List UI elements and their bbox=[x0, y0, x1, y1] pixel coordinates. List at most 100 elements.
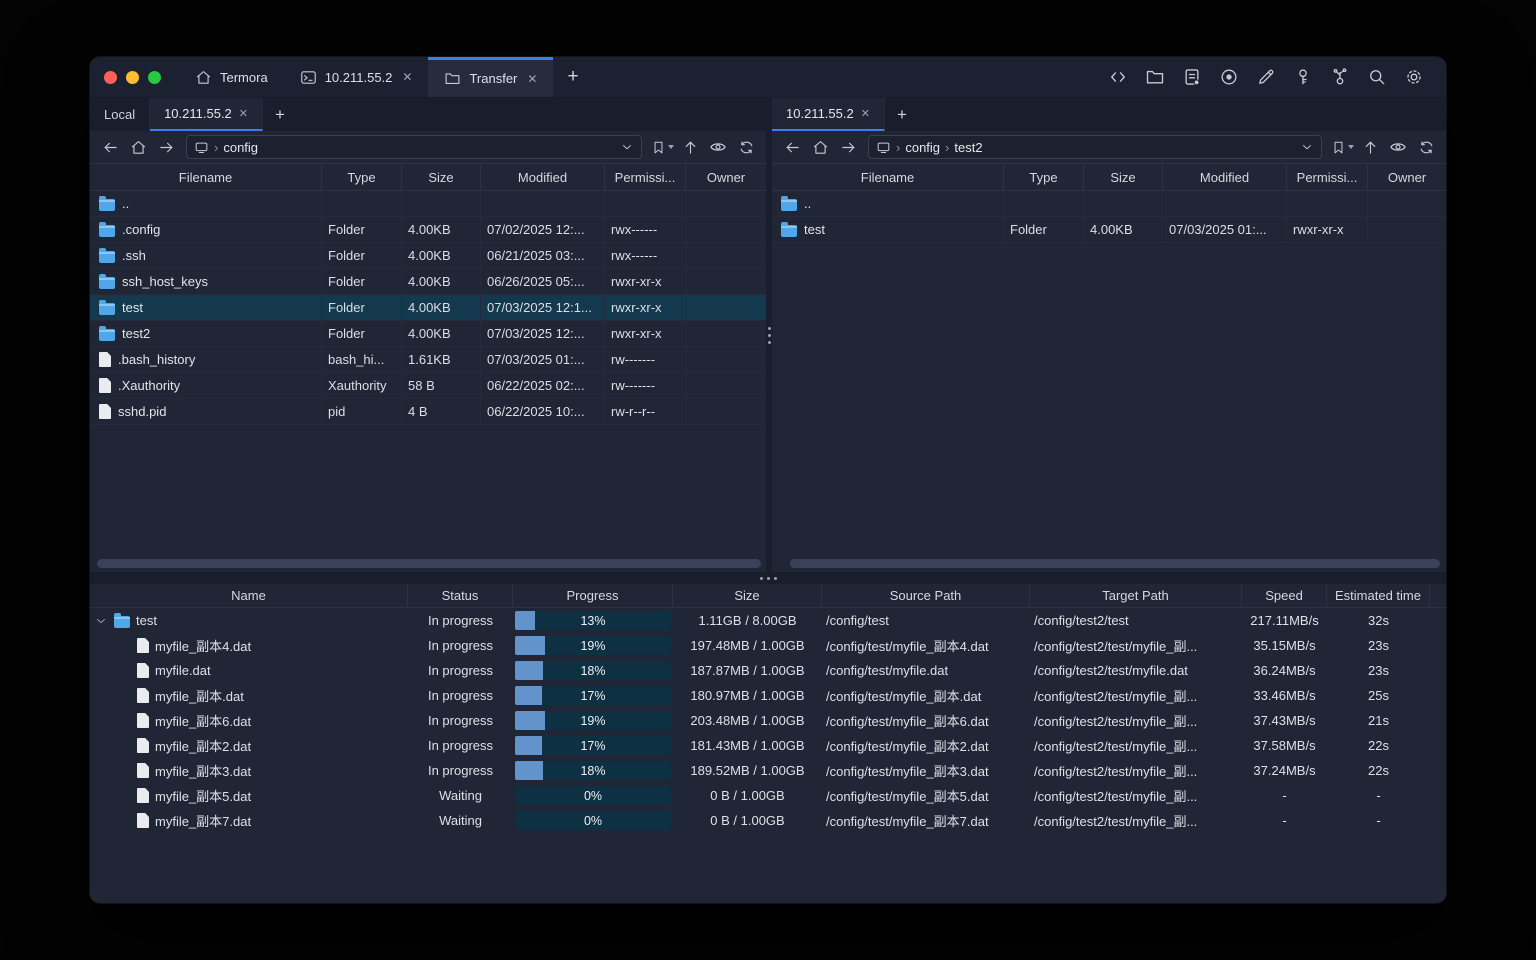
show-hidden-eye-icon[interactable] bbox=[706, 135, 730, 159]
column-header-filename[interactable]: Filename bbox=[772, 164, 1004, 190]
close-window-button[interactable] bbox=[104, 70, 117, 84]
tab-remote-10-211-55-2[interactable]: 10.211.55.2 ✕ bbox=[772, 98, 885, 131]
home-icon[interactable] bbox=[126, 135, 150, 159]
file-row[interactable]: .config Folder 4.00KB 07/02/2025 12:... … bbox=[90, 217, 766, 243]
folder-icon[interactable] bbox=[1145, 67, 1165, 87]
file-row[interactable]: test2 Folder 4.00KB 07/03/2025 12:... rw… bbox=[90, 321, 766, 347]
transfer-row[interactable]: myfile_副本6.dat In progress 19% 203.48MB … bbox=[90, 708, 1446, 733]
bookmark-dropdown-caret[interactable] bbox=[667, 145, 674, 149]
transfer-row-spacer bbox=[1430, 633, 1446, 658]
chevron-down-icon[interactable] bbox=[1300, 140, 1314, 154]
right-path-field[interactable]: › config › test2 bbox=[868, 135, 1322, 159]
new-panel-tab-button[interactable]: + bbox=[263, 98, 297, 131]
column-header-owner[interactable]: Owner bbox=[1368, 164, 1446, 190]
column-header-permissions[interactable]: Permissi... bbox=[1287, 164, 1368, 190]
record-icon[interactable] bbox=[1219, 67, 1239, 87]
new-window-tab-button[interactable]: + bbox=[553, 57, 592, 97]
column-header-speed[interactable]: Speed bbox=[1242, 584, 1327, 607]
transfer-row-spacer bbox=[1430, 758, 1446, 783]
file-row[interactable]: .Xauthority Xauthority 58 B 06/22/2025 0… bbox=[90, 373, 766, 399]
transfer-eta: 21s bbox=[1368, 713, 1389, 728]
tab-terminal-session[interactable]: 10.211.55.2 ✕ bbox=[284, 57, 429, 97]
code-icon[interactable] bbox=[1108, 67, 1128, 87]
path-segment[interactable]: config bbox=[223, 140, 258, 155]
bookmark-icon[interactable] bbox=[650, 135, 674, 159]
horizontal-scrollbar[interactable] bbox=[97, 559, 761, 568]
path-segment[interactable]: config bbox=[905, 140, 940, 155]
close-tab-icon[interactable]: ✕ bbox=[239, 107, 248, 120]
column-header-permissions[interactable]: Permissi... bbox=[605, 164, 686, 190]
show-hidden-eye-icon[interactable] bbox=[1386, 135, 1410, 159]
refresh-icon[interactable] bbox=[1414, 135, 1438, 159]
close-tab-icon[interactable]: ✕ bbox=[402, 70, 412, 84]
chevron-down-icon[interactable] bbox=[94, 615, 108, 627]
tab-transfer[interactable]: Transfer ✕ bbox=[428, 57, 554, 97]
bookmark-icon[interactable] bbox=[1330, 135, 1354, 159]
minimize-window-button[interactable] bbox=[126, 70, 139, 84]
back-icon[interactable] bbox=[98, 135, 122, 159]
file-permissions: rwxr-xr-x bbox=[605, 269, 686, 294]
forward-icon[interactable] bbox=[154, 135, 178, 159]
transfer-row[interactable]: myfile_副本3.dat In progress 18% 189.52MB … bbox=[90, 758, 1446, 783]
tab-local[interactable]: Local bbox=[90, 98, 151, 131]
column-header-progress[interactable]: Progress bbox=[513, 584, 673, 607]
column-header-size[interactable]: Size bbox=[1084, 164, 1163, 190]
column-header-type[interactable]: Type bbox=[322, 164, 402, 190]
file-row[interactable]: test Folder 4.00KB 07/03/2025 12:1... rw… bbox=[90, 295, 766, 321]
home-icon[interactable] bbox=[808, 135, 832, 159]
tab-remote-10-211-55-2[interactable]: 10.211.55.2 ✕ bbox=[150, 98, 264, 131]
file-row[interactable]: .. bbox=[772, 191, 1446, 217]
column-header-modified[interactable]: Modified bbox=[1163, 164, 1287, 190]
transfer-row[interactable]: myfile.dat In progress 18% 187.87MB / 1.… bbox=[90, 658, 1446, 683]
back-icon[interactable] bbox=[780, 135, 804, 159]
chevron-down-icon[interactable] bbox=[620, 140, 634, 154]
column-header-target-path[interactable]: Target Path bbox=[1030, 584, 1242, 607]
filename: .. bbox=[804, 196, 812, 211]
file-owner bbox=[686, 347, 766, 372]
path-separator: › bbox=[896, 139, 901, 155]
log-icon[interactable] bbox=[1182, 67, 1202, 87]
column-header-estimated-time[interactable]: Estimated time bbox=[1327, 584, 1430, 607]
column-header-size[interactable]: Size bbox=[402, 164, 481, 190]
upload-up-icon[interactable] bbox=[1358, 135, 1382, 159]
bookmark-dropdown-caret[interactable] bbox=[1347, 145, 1354, 149]
horizontal-scrollbar[interactable] bbox=[790, 559, 1440, 568]
fullscreen-window-button[interactable] bbox=[148, 70, 161, 84]
path-segment[interactable]: test2 bbox=[954, 140, 982, 155]
edit-icon[interactable] bbox=[1256, 67, 1276, 87]
tab-termora-home[interactable]: Termora bbox=[179, 57, 284, 97]
column-header-source-path[interactable]: Source Path bbox=[822, 584, 1030, 607]
forward-icon[interactable] bbox=[836, 135, 860, 159]
column-header-type[interactable]: Type bbox=[1004, 164, 1084, 190]
key-icon[interactable] bbox=[1293, 67, 1313, 87]
file-row[interactable]: sshd.pid pid 4 B 06/22/2025 10:... rw-r-… bbox=[90, 399, 766, 425]
column-header-size[interactable]: Size bbox=[673, 584, 822, 607]
file-row[interactable]: ssh_host_keys Folder 4.00KB 06/26/2025 0… bbox=[90, 269, 766, 295]
transfer-row[interactable]: myfile_副本2.dat In progress 17% 181.43MB … bbox=[90, 733, 1446, 758]
file-row[interactable]: .bash_history bash_hi... 1.61KB 07/03/20… bbox=[90, 347, 766, 373]
transfer-row[interactable]: test In progress 13% 1.11GB / 8.00GB /co… bbox=[90, 608, 1446, 633]
close-tab-icon[interactable]: ✕ bbox=[861, 107, 870, 120]
refresh-icon[interactable] bbox=[734, 135, 758, 159]
column-header-filename[interactable]: Filename bbox=[90, 164, 322, 190]
search-icon[interactable] bbox=[1367, 67, 1387, 87]
file-owner bbox=[686, 269, 766, 294]
column-header-name[interactable]: Name bbox=[90, 584, 408, 607]
keychain-icon[interactable] bbox=[1330, 67, 1350, 87]
transfer-row[interactable]: myfile_副本5.dat Waiting 0% 0 B / 1.00GB /… bbox=[90, 783, 1446, 808]
column-header-modified[interactable]: Modified bbox=[481, 164, 605, 190]
transfer-splitter[interactable] bbox=[90, 572, 1446, 584]
upload-up-icon[interactable] bbox=[678, 135, 702, 159]
column-header-owner[interactable]: Owner bbox=[686, 164, 766, 190]
file-row[interactable]: .. bbox=[90, 191, 766, 217]
transfer-row[interactable]: myfile_副本4.dat In progress 19% 197.48MB … bbox=[90, 633, 1446, 658]
new-panel-tab-button[interactable]: + bbox=[885, 98, 919, 131]
column-header-status[interactable]: Status bbox=[408, 584, 513, 607]
transfer-row[interactable]: myfile_副本7.dat Waiting 0% 0 B / 1.00GB /… bbox=[90, 808, 1446, 833]
settings-icon[interactable] bbox=[1404, 67, 1424, 87]
left-path-field[interactable]: › config bbox=[186, 135, 642, 159]
file-row[interactable]: test Folder 4.00KB 07/03/2025 01:... rwx… bbox=[772, 217, 1446, 243]
transfer-row[interactable]: myfile_副本.dat In progress 17% 180.97MB /… bbox=[90, 683, 1446, 708]
file-row[interactable]: .ssh Folder 4.00KB 06/21/2025 03:... rwx… bbox=[90, 243, 766, 269]
close-tab-icon[interactable]: ✕ bbox=[527, 72, 537, 86]
